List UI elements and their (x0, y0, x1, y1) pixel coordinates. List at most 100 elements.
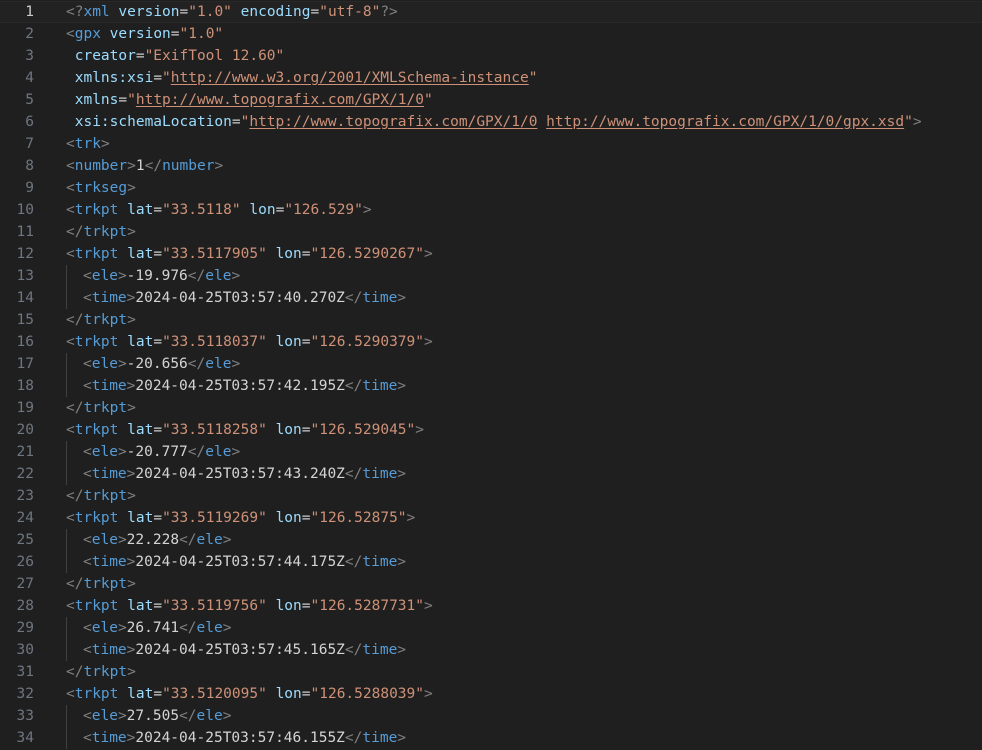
code-line[interactable]: 17 <ele>-20.656</ele> (0, 353, 982, 375)
xml-attribute-name: lon (275, 686, 302, 702)
xml-equals: = (301, 334, 311, 350)
xml-tag-name: ele (91, 444, 118, 460)
xml-bracket: > (397, 642, 407, 658)
code-content[interactable]: <gpx version="1.0" (66, 23, 223, 45)
code-content[interactable]: <time>2024-04-25T03:57:45.165Z</time> (83, 639, 406, 661)
xml-text (232, 4, 241, 20)
code-line[interactable]: 27 </trkpt> (0, 573, 982, 595)
code-content[interactable]: <trkpt lat="33.5118037" lon="126.5290379… (66, 331, 433, 353)
code-line[interactable]: 18 <time>2024-04-25T03:57:42.195Z</time> (0, 375, 982, 397)
code-content[interactable]: xsi:schemaLocation="http://www.topografi… (66, 111, 922, 133)
xml-bracket: < (66, 158, 75, 174)
code-content[interactable]: <time>2024-04-25T03:57:40.270Z</time> (83, 287, 406, 309)
code-content[interactable]: <trkpt lat="33.5119756" lon="126.5287731… (66, 595, 433, 617)
code-content[interactable]: <ele>-19.976</ele> (83, 265, 240, 287)
code-line[interactable]: 13 <ele>-19.976</ele> (0, 265, 982, 287)
xml-bracket: </ (344, 642, 363, 658)
xml-attribute-name: xmlns (74, 92, 119, 108)
code-content[interactable]: <trkpt lat="33.5118258" lon="126.529045"… (66, 419, 424, 441)
xml-bracket: > (100, 136, 110, 152)
code-line[interactable]: 6 xsi:schemaLocation="http://www.topogra… (0, 111, 982, 133)
code-line[interactable]: 22 <time>2024-04-25T03:57:43.240Z</time> (0, 463, 982, 485)
code-content[interactable]: <ele>22.228</ele> (83, 529, 231, 551)
code-line[interactable]: 29 <ele>26.741</ele> (0, 617, 982, 639)
line-number: 1 (25, 4, 34, 20)
url-link[interactable]: http://www.w3.org/2001/XMLSchema-instanc… (171, 70, 529, 86)
code-content[interactable]: <ele>-20.656</ele> (83, 353, 240, 375)
code-line[interactable]: 20 <trkpt lat="33.5118258" lon="126.52904… (0, 419, 982, 441)
code-line[interactable]: 30 <time>2024-04-25T03:57:45.165Z</time> (0, 639, 982, 661)
code-content[interactable]: <ele>-20.777</ele> (83, 441, 240, 463)
xml-text: 26.741 (126, 620, 180, 636)
code-line[interactable]: 23 </trkpt> (0, 485, 982, 507)
code-content[interactable]: xmlns="http://www.topografix.com/GPX/1/0… (66, 89, 433, 111)
code-line[interactable]: 4 xmlns:xsi="http://www.w3.org/2001/XMLS… (0, 67, 982, 89)
xml-bracket: > (231, 268, 241, 284)
code-line[interactable]: 10 <trkpt lat="33.5118" lon="126.529"> (0, 199, 982, 221)
code-line[interactable]: 31 </trkpt> (0, 661, 982, 683)
code-editor[interactable]: 1 <?xml version="1.0" encoding="utf-8"?> 2… (0, 0, 982, 750)
xml-tag-name: time (91, 730, 127, 746)
code-line[interactable]: 26 <time>2024-04-25T03:57:44.175Z</time> (0, 551, 982, 573)
xml-bracket: > (231, 356, 241, 372)
code-line[interactable]: 3 creator="ExifTool 12.60" (0, 45, 982, 67)
code-content[interactable]: <trkpt lat="33.5117905" lon="126.5290267… (66, 243, 433, 265)
code-line[interactable]: 24 <trkpt lat="33.5119269" lon="126.52875… (0, 507, 982, 529)
code-line[interactable]: 33 <ele>27.505</ele> (0, 705, 982, 727)
xml-bracket: > (127, 664, 136, 680)
code-line[interactable]: 11 </trkpt> (0, 221, 982, 243)
code-line[interactable]: 7 <trk> (0, 133, 982, 155)
code-line[interactable]: 2 <gpx version="1.0" (0, 23, 982, 45)
code-line[interactable]: 16 <trkpt lat="33.5118037" lon="126.52903… (0, 331, 982, 353)
code-line[interactable]: 15 </trkpt> (0, 309, 982, 331)
code-line[interactable]: 8 <number>1</number> (0, 155, 982, 177)
code-line[interactable]: 28 <trkpt lat="33.5119756" lon="126.52877… (0, 595, 982, 617)
code-content[interactable]: <time>2024-04-25T03:57:44.175Z</time> (83, 551, 406, 573)
code-line[interactable]: 19 </trkpt> (0, 397, 982, 419)
code-content[interactable]: </trkpt> (66, 309, 136, 331)
code-line[interactable]: 34 <time>2024-04-25T03:57:46.155Z</time> (0, 727, 982, 749)
code-content[interactable]: <trkpt lat="33.5120095" lon="126.5288039… (66, 683, 433, 705)
line-number: 20 (16, 422, 34, 438)
code-content[interactable]: </trkpt> (66, 485, 136, 507)
code-content[interactable]: creator="ExifTool 12.60" (66, 45, 285, 67)
xml-attribute-value: "126.5290379" (310, 334, 425, 350)
xml-bracket: </ (187, 268, 206, 284)
code-content[interactable]: </trkpt> (66, 573, 136, 595)
code-content[interactable]: <trkpt lat="33.5118" lon="126.529"> (66, 199, 372, 221)
xml-text (118, 598, 127, 614)
code-content[interactable]: </trkpt> (66, 661, 136, 683)
url-link[interactable]: http://www.topografix.com/GPX/1/0 (249, 114, 537, 130)
code-line[interactable]: 1 <?xml version="1.0" encoding="utf-8"?> (0, 1, 982, 23)
code-line[interactable]: 14 <time>2024-04-25T03:57:40.270Z</time> (0, 287, 982, 309)
xml-bracket: < (83, 268, 92, 284)
code-line[interactable]: 9 <trkseg> (0, 177, 982, 199)
code-content[interactable]: <time>2024-04-25T03:57:46.155Z</time> (83, 727, 406, 749)
code-content[interactable]: <trkpt lat="33.5119269" lon="126.52875"> (66, 507, 415, 529)
xml-bracket: ?> (380, 4, 398, 20)
xml-text: 2024-04-25T03:57:46.155Z (135, 730, 345, 746)
xml-text (66, 70, 75, 86)
code-content[interactable]: xmlns:xsi="http://www.w3.org/2001/XMLSch… (66, 67, 538, 89)
xml-tag-name: trkpt (83, 664, 128, 680)
code-content[interactable]: <?xml version="1.0" encoding="utf-8"?> (66, 1, 398, 23)
code-line[interactable]: 5 xmlns="http://www.topografix.com/GPX/1… (0, 89, 982, 111)
xml-attribute-name: lon (275, 510, 302, 526)
code-content[interactable]: </trkpt> (66, 397, 136, 419)
url-link[interactable]: http://www.topografix.com/GPX/1/0 (136, 92, 424, 108)
code-line[interactable]: 32 <trkpt lat="33.5120095" lon="126.52880… (0, 683, 982, 705)
code-line[interactable]: 12 <trkpt lat="33.5117905" lon="126.52902… (0, 243, 982, 265)
url-link[interactable]: http://www.topografix.com/GPX/1/0/gpx.xs… (546, 114, 904, 130)
code-content[interactable]: </trkpt> (66, 221, 136, 243)
code-content[interactable]: <ele>27.505</ele> (83, 705, 231, 727)
code-line[interactable]: 21 <ele>-20.777</ele> (0, 441, 982, 463)
xml-tag-name: trkpt (74, 510, 119, 526)
xml-text: 2024-04-25T03:57:40.270Z (135, 290, 345, 306)
code-content[interactable]: <trkseg> (66, 177, 136, 199)
code-content[interactable]: <number>1</number> (66, 155, 223, 177)
code-content[interactable]: <ele>26.741</ele> (83, 617, 231, 639)
code-content[interactable]: <time>2024-04-25T03:57:43.240Z</time> (83, 463, 406, 485)
code-content[interactable]: <time>2024-04-25T03:57:42.195Z</time> (83, 375, 406, 397)
code-line[interactable]: 25 <ele>22.228</ele> (0, 529, 982, 551)
code-content[interactable]: <trk> (66, 133, 110, 155)
